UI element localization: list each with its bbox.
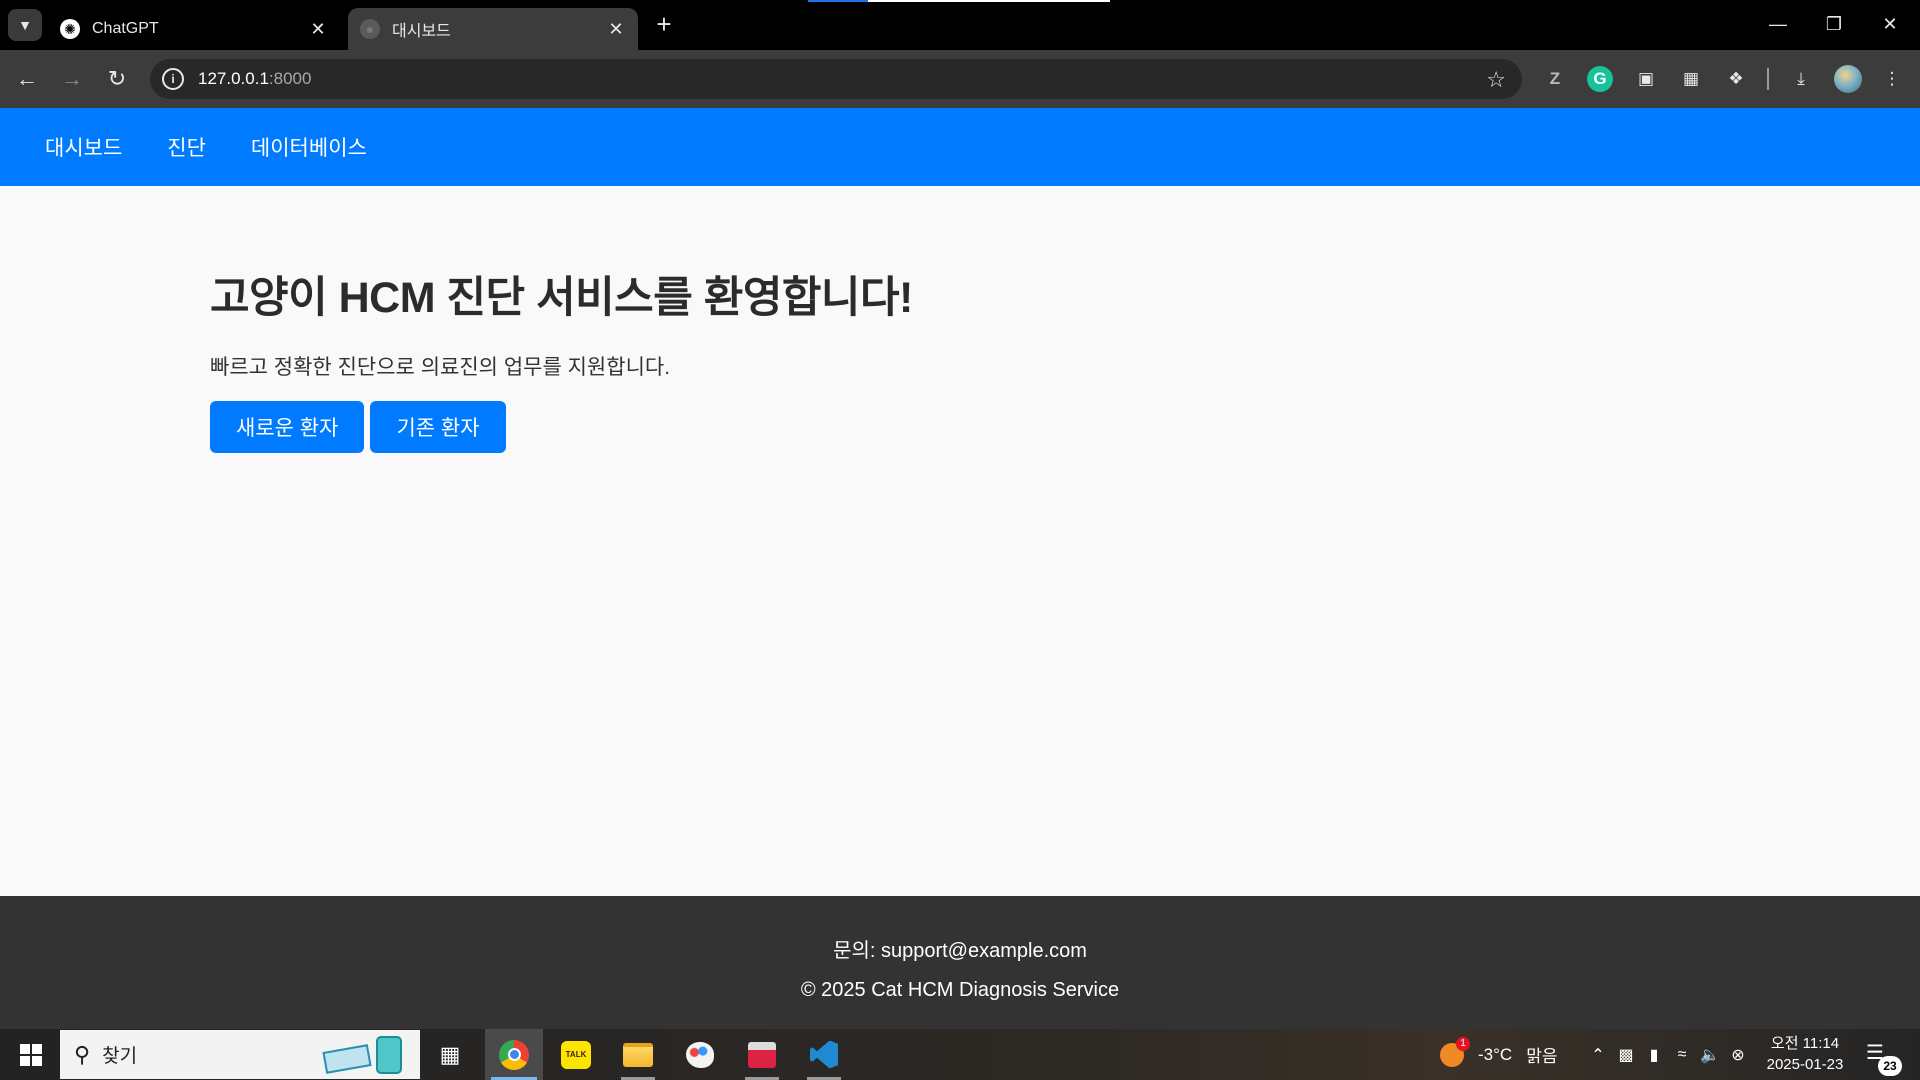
page-title: 고양이 HCM 진단 서비스를 환영합니다! bbox=[210, 274, 913, 322]
nav-link-diagnosis[interactable]: 진단 bbox=[167, 132, 206, 162]
new-patient-button[interactable]: 새로운 환자 bbox=[210, 401, 365, 453]
store-icon bbox=[748, 1041, 776, 1068]
weather-widget[interactable]: 1 -3°C 맑음 bbox=[1440, 1029, 1557, 1080]
tab-search-button[interactable]: ▼ bbox=[8, 9, 42, 41]
kakaotalk-icon: TALK bbox=[561, 1040, 591, 1069]
globe-icon: ● bbox=[360, 19, 380, 39]
tab-chatgpt[interactable]: ✺ ChatGPT ✕ bbox=[48, 8, 340, 50]
task-view-icon: ▦ bbox=[439, 1041, 461, 1067]
chrome-icon bbox=[499, 1039, 529, 1070]
taskbar-file-explorer[interactable] bbox=[609, 1029, 667, 1080]
bookmark-star-icon[interactable]: ☆ bbox=[1486, 67, 1506, 93]
site-info-icon[interactable]: i bbox=[162, 68, 184, 90]
chatgpt-icon: ✺ bbox=[60, 19, 80, 39]
paint-icon bbox=[686, 1041, 714, 1068]
taskbar-vscode[interactable] bbox=[795, 1029, 853, 1080]
chevron-down-icon: ▼ bbox=[18, 17, 32, 33]
folder-icon bbox=[623, 1042, 653, 1067]
browser-tab-strip: ▼ ✺ ChatGPT ✕ ● 대시보드 ✕ + — ❐ ✕ bbox=[0, 0, 1920, 50]
site-navbar: 대시보드 진단 데이터베이스 bbox=[0, 108, 1920, 186]
minimize-button[interactable]: — bbox=[1758, 8, 1798, 40]
url-host: 127.0.0.1 bbox=[198, 69, 269, 88]
new-tab-button[interactable]: + bbox=[650, 10, 678, 38]
search-icon: ⚲ bbox=[74, 1041, 91, 1067]
wifi-icon[interactable]: ≈ bbox=[1668, 1046, 1696, 1064]
tab-title: 대시보드 bbox=[392, 23, 451, 40]
nav-link-dashboard[interactable]: 대시보드 bbox=[45, 132, 122, 162]
toolbar-divider bbox=[1767, 68, 1769, 90]
battery-icon[interactable]: ▮ bbox=[1640, 1045, 1668, 1065]
footer-contact: 문의: support@example.com bbox=[833, 940, 1087, 962]
taskbar-chrome[interactable] bbox=[485, 1029, 543, 1080]
grammarly-icon[interactable]: G bbox=[1587, 66, 1613, 92]
chevron-up-icon[interactable]: ⌃ bbox=[1584, 1045, 1612, 1065]
search-highlight-illustration bbox=[322, 1036, 410, 1074]
footer-copyright: © 2025 Cat HCM Diagnosis Service bbox=[800, 979, 1120, 1001]
sun-icon: 1 bbox=[1440, 1036, 1470, 1067]
close-icon[interactable]: ✕ bbox=[606, 19, 626, 39]
tab-dashboard[interactable]: ● 대시보드 ✕ bbox=[348, 8, 638, 50]
taskbar-search-box[interactable]: ⚲ 찾기 bbox=[60, 1030, 420, 1079]
site-footer: 문의: support@example.com © 2025 Cat HCM D… bbox=[0, 896, 1920, 1029]
page-subtitle: 빠르고 정확한 진단으로 의료진의 업무를 지원합니다. bbox=[210, 356, 671, 379]
z-extension-icon[interactable]: Z bbox=[1542, 66, 1568, 92]
page-viewport: 대시보드 진단 데이터베이스 고양이 HCM 진단 서비스를 환영합니다! 빠르… bbox=[0, 108, 1920, 1029]
taskbar-kakaotalk[interactable]: TALK bbox=[547, 1029, 605, 1080]
url-port: :8000 bbox=[268, 69, 312, 88]
close-window-button[interactable]: ✕ bbox=[1870, 8, 1910, 40]
hero-section: 고양이 HCM 진단 서비스를 환영합니다! 빠르고 정확한 진단으로 의료진의… bbox=[210, 263, 913, 453]
existing-patient-button[interactable]: 기존 환자 bbox=[370, 401, 506, 453]
screenshot-extension-icon[interactable]: ▣ bbox=[1633, 66, 1659, 92]
taskbar-clock[interactable]: 오전 11:14 2025-01-23 bbox=[1760, 1033, 1850, 1075]
weather-badge: 1 bbox=[1456, 1036, 1470, 1051]
taskbar-store[interactable] bbox=[733, 1029, 791, 1080]
loading-indicator bbox=[808, 0, 1110, 2]
restore-button[interactable]: ❐ bbox=[1814, 8, 1854, 40]
search-placeholder: 찾기 bbox=[102, 1046, 138, 1067]
extensions-puzzle-icon[interactable]: ❖ bbox=[1723, 66, 1749, 92]
clock-time: 오전 11:14 bbox=[1770, 1035, 1840, 1052]
nav-link-database[interactable]: 데이터베이스 bbox=[251, 132, 367, 162]
clock-date: 2025-01-23 bbox=[1766, 1056, 1844, 1073]
security-icon[interactable]: ▩ bbox=[1612, 1045, 1640, 1065]
download-icon[interactable]: ⤓ bbox=[1788, 66, 1814, 92]
windows-start-icon[interactable] bbox=[8, 1029, 54, 1080]
weather-condition: 맑음 bbox=[1526, 1047, 1558, 1066]
taskbar-paint[interactable] bbox=[671, 1029, 729, 1080]
close-icon[interactable]: ✕ bbox=[308, 19, 328, 39]
vscode-icon bbox=[810, 1040, 838, 1069]
notification-center-button[interactable]: ☰ 23 bbox=[1866, 1040, 1902, 1076]
reload-button[interactable]: ↻ bbox=[99, 61, 135, 97]
tab-title: ChatGPT bbox=[92, 20, 159, 37]
menu-kebab-icon[interactable]: ⋮ bbox=[1879, 66, 1905, 92]
forward-button[interactable]: → bbox=[54, 61, 90, 97]
windows-taskbar: ⚲ 찾기 ▦ TALK 1 -3°C 맑음 ⌃ ▩ ▮ ≈ 🔈 ⊗ 오전 11:… bbox=[0, 1029, 1920, 1080]
weather-temp: -3°C bbox=[1478, 1044, 1513, 1064]
browser-toolbar: ← → ↻ i 127.0.0.1:8000 ☆ Z G ▣ ▦ ❖ ⤓ ⋮ bbox=[0, 50, 1920, 108]
task-view-button[interactable]: ▦ bbox=[421, 1029, 479, 1080]
address-bar[interactable]: i 127.0.0.1:8000 ☆ bbox=[150, 59, 1522, 99]
volume-muted-icon[interactable]: 🔈 bbox=[1696, 1045, 1724, 1065]
system-tray: ⌃ ▩ ▮ ≈ 🔈 ⊗ bbox=[1584, 1029, 1752, 1080]
profile-avatar[interactable] bbox=[1834, 65, 1862, 93]
back-button[interactable]: ← bbox=[9, 61, 45, 97]
notification-count: 23 bbox=[1878, 1056, 1902, 1076]
hero-actions: 새로운 환자 기존 환자 bbox=[210, 401, 913, 453]
close-circle-icon[interactable]: ⊗ bbox=[1724, 1045, 1752, 1065]
capture-extension-icon[interactable]: ▦ bbox=[1678, 66, 1704, 92]
